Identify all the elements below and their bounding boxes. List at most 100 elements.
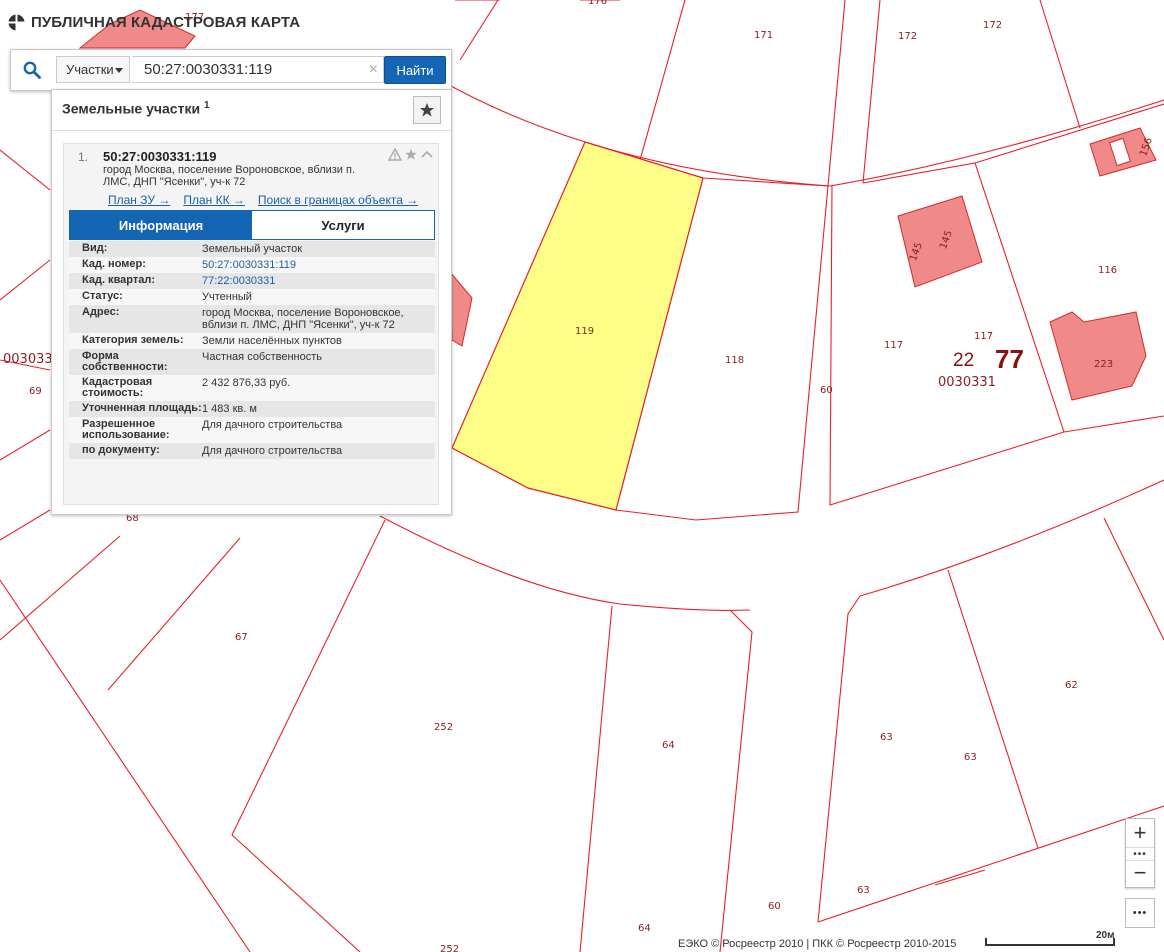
results-heading-text: Земельные участки <box>62 100 201 117</box>
row-value-link[interactable]: 77:22:0030331 <box>202 275 435 287</box>
warning-icon[interactable] <box>388 148 402 161</box>
search-bar: Участки 50:27:0030331:119 × Найти <box>10 49 452 91</box>
row-key: Кадастровая стоимость: <box>82 376 153 399</box>
table-row: Адрес: город Москва, поселение Вороновско… <box>69 305 435 333</box>
row-key: Разрешенное использование: <box>82 418 170 441</box>
parcel-label: 64 <box>638 923 651 934</box>
parcel-label: 60 <box>820 385 833 396</box>
row-value: Частная собственность <box>202 351 323 363</box>
row-value: Земельный участок <box>202 243 303 255</box>
scale-label: 20м <box>1096 930 1115 941</box>
result-links: План ЗУ → План КК → Поиск в границах объ… <box>108 193 418 207</box>
parcel-label: 172 <box>983 20 1002 31</box>
row-value: Для дачного строительства <box>202 419 343 431</box>
row-value: 2 432 876,33 руб. <box>202 377 291 389</box>
search-type-label: Участки <box>66 62 114 77</box>
results-panel: Земельные участки 1 1. 50:27:0030331:119… <box>51 89 452 515</box>
tab-information[interactable]: Информация <box>70 211 252 239</box>
row-value: Для дачного строительства <box>202 445 343 457</box>
table-row: Форма собственности: Частная собственност… <box>69 349 435 375</box>
zoom-control: + ••• − <box>1125 818 1155 888</box>
parcel-label: 63 <box>964 752 977 763</box>
result-address: город Москва, поселение Вороновское, вбл… <box>103 164 356 188</box>
row-key: Статус: <box>82 290 123 302</box>
parcel-label: 252 <box>440 944 459 952</box>
result-tabs: Информация Услуги <box>69 210 435 240</box>
row-key: Кад. номер: <box>82 258 146 270</box>
chevron-up-icon[interactable] <box>420 148 434 161</box>
parcel-label: 176 <box>588 0 607 7</box>
table-row: Категория земель: Земли населённых пункто… <box>69 333 435 349</box>
building-223 <box>1049 311 1147 401</box>
link-plan-zu[interactable]: План ЗУ → <box>108 193 170 207</box>
parcel-label: 119 <box>575 326 594 337</box>
parcel-label: 67 <box>235 632 248 643</box>
row-value: город Москва, поселение Вороновское, вбл… <box>202 307 404 331</box>
table-row: Кадастровая стоимость: 2 432 876,33 руб. <box>69 375 435 401</box>
parcel-label: 64 <box>662 740 675 751</box>
chevron-down-icon <box>115 68 123 73</box>
table-row: Уточненная площадь: 1 483 кв. м <box>69 401 435 417</box>
app-logo[interactable]: ПУБЛИЧНАЯ КАДАСТРОВАЯ КАРТА <box>8 14 300 31</box>
row-key: Вид: <box>82 242 108 254</box>
parcel-label: 117 <box>974 331 993 342</box>
district-label: 22 <box>953 350 974 371</box>
attribute-table: Вид: Земельный участок Кад. номер: 50:27:0… <box>69 241 435 459</box>
row-key: по документу: <box>82 444 160 456</box>
table-row: Разрешенное использование: Для дачного ст… <box>69 417 435 443</box>
result-index: 1. <box>78 150 89 164</box>
find-button[interactable]: Найти <box>384 56 446 84</box>
table-row: по документу: Для дачного строительства <box>69 443 435 459</box>
parcel-label: 116 <box>1098 265 1117 276</box>
favorites-button[interactable] <box>413 96 441 124</box>
zoom-in-button[interactable]: + <box>1126 819 1154 847</box>
row-key: Уточненная площадь: <box>82 402 202 414</box>
search-icon[interactable] <box>11 50 53 90</box>
parcel-label: 62 <box>1065 680 1078 691</box>
row-key: Кад. квартал: <box>82 274 156 286</box>
search-input[interactable]: 50:27:0030331:119 × <box>132 56 384 83</box>
star-icon[interactable] <box>404 148 418 161</box>
tab-services[interactable]: Услуги <box>252 211 434 239</box>
copyright: ЕЭКО © Росреестр 2010 | ПКК © Росреестр … <box>678 938 957 950</box>
row-value: Земли населённых пунктов <box>202 335 342 347</box>
divider <box>52 130 451 131</box>
search-type-select[interactable]: Участки <box>56 56 130 83</box>
quarter-label: 0030331 <box>938 375 996 390</box>
parcel-label: 60 <box>768 901 781 912</box>
result-card: 1. 50:27:0030331:119 город Москва, посел… <box>63 143 439 505</box>
link-plan-kk[interactable]: План КК → <box>183 193 245 207</box>
row-value: 1 483 кв. м <box>202 403 257 415</box>
star-icon <box>420 103 434 117</box>
parcel-label: 69 <box>29 386 42 397</box>
table-row: Статус: Учтенный <box>69 289 435 305</box>
search-query: 50:27:0030331:119 <box>144 61 273 78</box>
row-key: Категория земель: <box>82 334 184 346</box>
parcel-label: 171 <box>754 30 773 41</box>
table-row: Вид: Земельный участок <box>69 241 435 257</box>
zoom-out-button[interactable]: − <box>1126 859 1154 887</box>
row-key: Форма собственности: <box>82 350 168 373</box>
table-row: Кад. квартал: 77:22:0030331 <box>69 273 435 289</box>
table-row: Кад. номер: 50:27:0030331:119 <box>69 257 435 273</box>
clear-icon[interactable]: × <box>369 60 378 80</box>
results-count: 1 <box>203 100 210 111</box>
row-key: Адрес: <box>82 306 120 318</box>
row-value-link[interactable]: 50:27:0030331:119 <box>202 259 435 271</box>
parcel-label: 63 <box>880 732 893 743</box>
card-actions <box>388 148 434 161</box>
logo-icon <box>8 14 25 31</box>
parcel-label: 118 <box>725 355 744 366</box>
more-button[interactable]: ••• <box>1125 898 1155 928</box>
parcel-label: 252 <box>434 722 453 733</box>
parcel-label: 172 <box>898 31 917 42</box>
building-left <box>449 270 473 347</box>
parcel-label: 117 <box>884 340 903 351</box>
app-title: ПУБЛИЧНАЯ КАДАСТРОВАЯ КАРТА <box>31 14 301 31</box>
row-value: Учтенный <box>202 291 252 303</box>
result-cad-number[interactable]: 50:27:0030331:119 <box>103 149 217 164</box>
link-search-bounds[interactable]: Поиск в границах объекта → <box>258 193 418 207</box>
region-label: 77 <box>995 344 1024 374</box>
parcel-label: 223 <box>1094 359 1113 370</box>
parcel-label: 63 <box>857 885 870 896</box>
